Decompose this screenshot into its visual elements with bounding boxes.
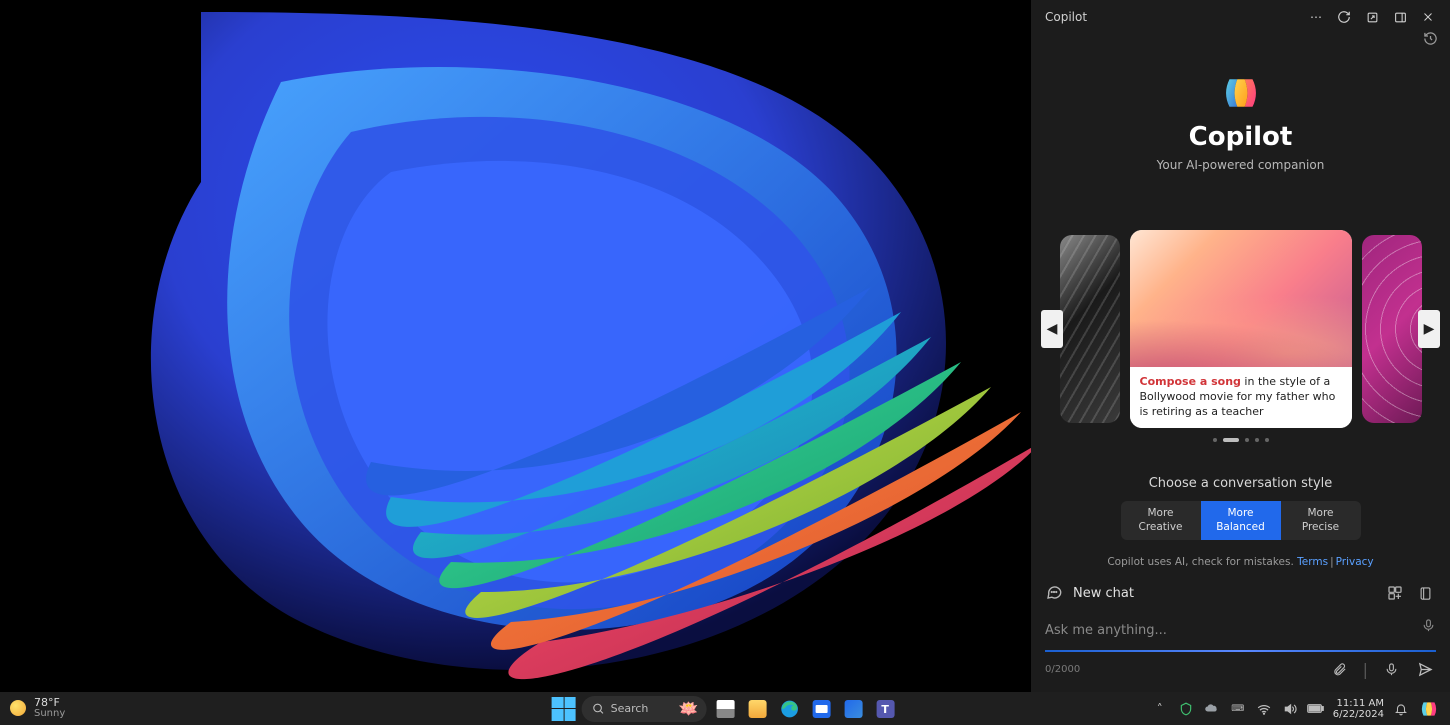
clock[interactable]: 11:11 AM 6/22/2024 bbox=[1333, 698, 1384, 720]
edge-icon[interactable] bbox=[776, 696, 802, 722]
copilot-panel: Copilot ⋯ bbox=[1031, 0, 1450, 692]
suggestion-card[interactable]: Compose a song in the style of a Bollywo… bbox=[1130, 230, 1352, 428]
volume-icon[interactable] bbox=[1281, 700, 1299, 718]
search-highlight-icon: 🪷 bbox=[678, 699, 698, 718]
more-icon[interactable]: ⋯ bbox=[1302, 3, 1330, 31]
search-label: Search bbox=[611, 702, 649, 715]
terms-link[interactable]: Terms bbox=[1297, 556, 1328, 568]
wifi-icon[interactable] bbox=[1255, 700, 1273, 718]
refresh-icon[interactable] bbox=[1330, 3, 1358, 31]
attach-icon[interactable] bbox=[1329, 658, 1351, 680]
sun-icon bbox=[10, 700, 26, 716]
plugins-icon[interactable] bbox=[1384, 582, 1406, 604]
style-creative-button[interactable]: MoreCreative bbox=[1121, 501, 1201, 540]
privacy-link[interactable]: Privacy bbox=[1336, 556, 1374, 568]
onedrive-icon[interactable] bbox=[1203, 700, 1221, 718]
close-icon[interactable] bbox=[1414, 3, 1442, 31]
carousel-dots bbox=[1031, 438, 1450, 442]
search-icon bbox=[592, 702, 605, 715]
mic-inline-icon[interactable] bbox=[1421, 618, 1436, 633]
new-chat-label[interactable]: New chat bbox=[1073, 586, 1376, 601]
notifications-icon[interactable] bbox=[1392, 700, 1410, 718]
style-section-label: Choose a conversation style bbox=[1149, 476, 1333, 491]
start-button[interactable] bbox=[552, 697, 576, 721]
suggestion-card-image bbox=[1130, 230, 1352, 367]
taskbar: 78°F Sunny Search 🪷 T ˄ bbox=[0, 692, 1450, 725]
char-counter: 0/2000 bbox=[1045, 664, 1317, 675]
language-icon[interactable]: ⌨ bbox=[1229, 700, 1247, 718]
new-chat-icon bbox=[1045, 583, 1065, 603]
open-external-icon[interactable] bbox=[1358, 3, 1386, 31]
carousel-prev-button[interactable]: ◀ bbox=[1041, 310, 1063, 348]
copilot-tagline: Your AI-powered companion bbox=[1157, 158, 1325, 172]
style-precise-button[interactable]: MorePrecise bbox=[1281, 501, 1361, 540]
dock-icon[interactable] bbox=[1386, 3, 1414, 31]
taskbar-copilot-icon[interactable] bbox=[1418, 698, 1440, 720]
copilot-window-title: Copilot bbox=[1039, 10, 1302, 24]
store-icon[interactable] bbox=[808, 696, 834, 722]
file-explorer-icon[interactable] bbox=[744, 696, 770, 722]
weather-widget[interactable]: 78°F Sunny bbox=[10, 697, 270, 719]
style-balanced-button[interactable]: MoreBalanced bbox=[1201, 501, 1281, 540]
suggestion-card-prev[interactable] bbox=[1060, 235, 1120, 423]
copilot-logo-icon bbox=[1218, 70, 1264, 116]
chevron-up-icon[interactable]: ˄ bbox=[1151, 700, 1169, 718]
task-view-icon[interactable] bbox=[712, 696, 738, 722]
ask-input[interactable] bbox=[1045, 614, 1436, 646]
desktop-wallpaper bbox=[0, 0, 1031, 692]
notebook-icon[interactable] bbox=[1414, 582, 1436, 604]
send-icon[interactable] bbox=[1414, 658, 1436, 680]
history-icon[interactable] bbox=[1418, 30, 1442, 46]
suggestion-card-text: Compose a song in the style of a Bollywo… bbox=[1130, 367, 1352, 428]
security-icon[interactable] bbox=[1177, 700, 1195, 718]
style-toggle-group: MoreCreative MoreBalanced MorePrecise bbox=[1121, 501, 1361, 540]
battery-icon[interactable] bbox=[1307, 700, 1325, 718]
teams-icon[interactable]: T bbox=[872, 696, 898, 722]
taskbar-search[interactable]: Search 🪷 bbox=[582, 696, 707, 722]
disclaimer-text: Copilot uses AI, check for mistakes. Ter… bbox=[1107, 556, 1373, 568]
outlook-icon[interactable] bbox=[840, 696, 866, 722]
weather-condition: Sunny bbox=[34, 709, 65, 720]
carousel-next-button[interactable]: ▶ bbox=[1418, 310, 1440, 348]
copilot-heading: Copilot bbox=[1189, 122, 1293, 152]
mic-icon[interactable] bbox=[1380, 658, 1402, 680]
suggestion-card-next[interactable] bbox=[1362, 235, 1422, 423]
